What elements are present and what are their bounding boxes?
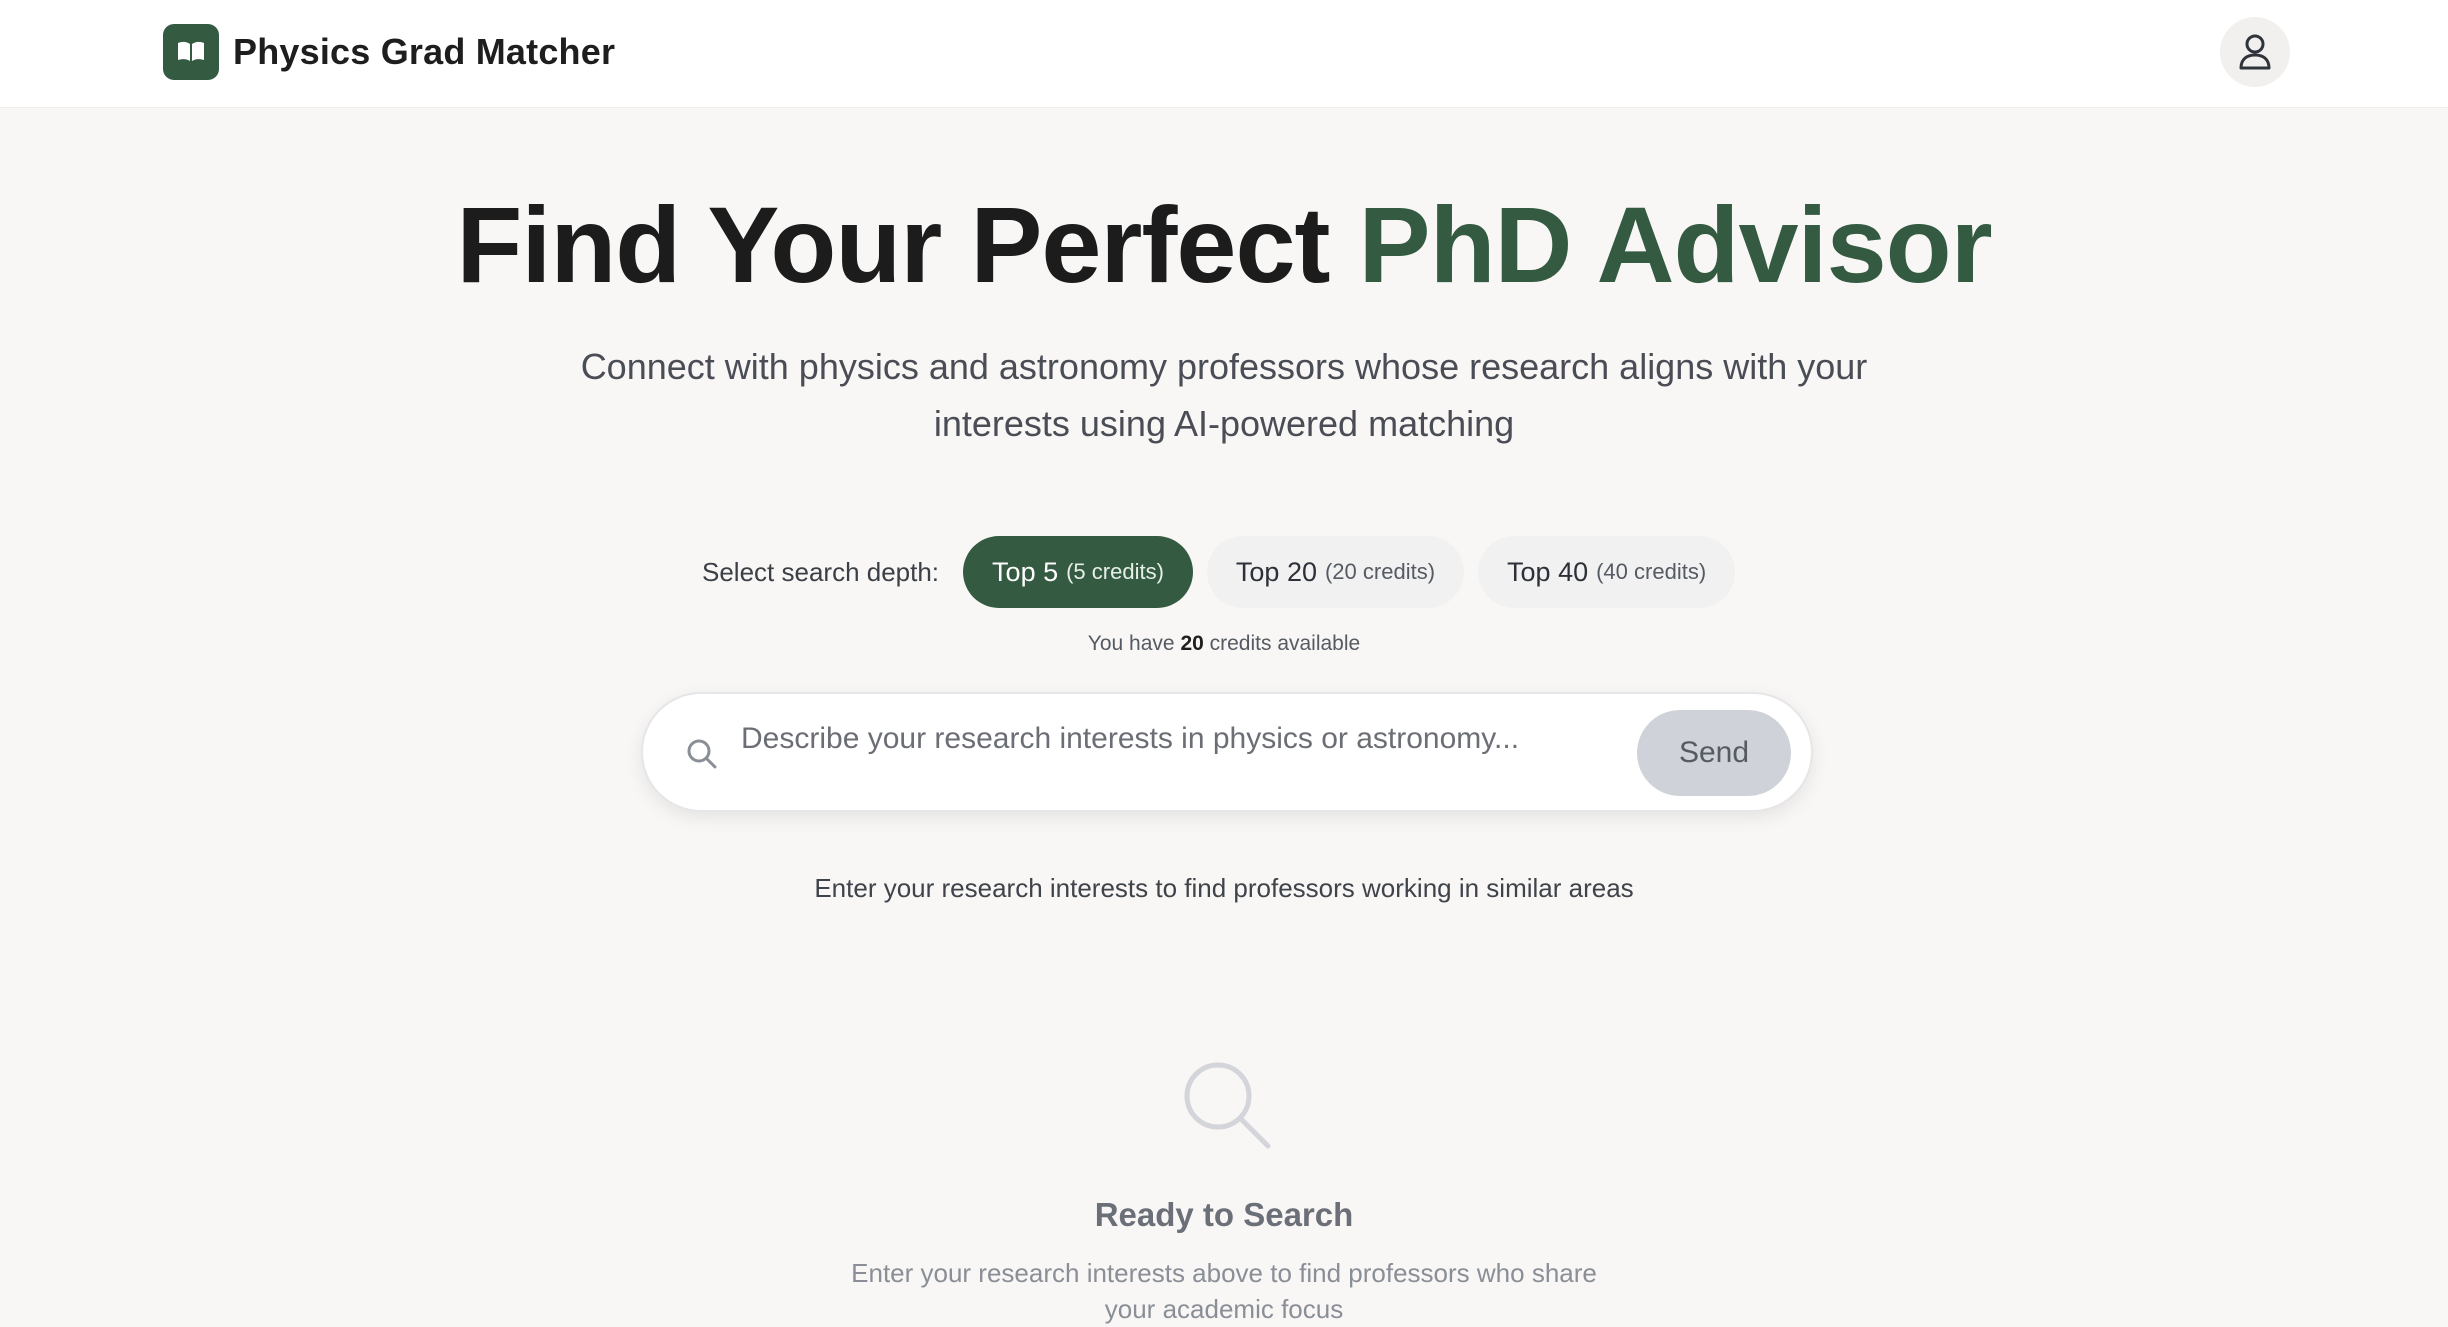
depth-option-label: Top 20	[1235, 556, 1317, 587]
depth-option-credits: (5 credits)	[1066, 559, 1164, 584]
search-icon	[687, 739, 717, 769]
depth-option-top-40[interactable]: Top 40 (40 credits)	[1478, 536, 1736, 608]
depth-option-top-20[interactable]: Top 20 (20 credits)	[1206, 536, 1465, 608]
app-name: Physics Grad Matcher	[233, 31, 616, 72]
user-profile-button[interactable]	[2220, 17, 2290, 87]
search-depth-label: Select search depth:	[702, 556, 940, 587]
research-interests-input[interactable]	[741, 718, 1561, 760]
search-depth-selector: Select search depth: Top 5 (5 credits) T…	[702, 536, 1749, 608]
open-book-icon	[163, 24, 219, 80]
hero-subtitle: Connect with physics and astronomy profe…	[580, 346, 1868, 444]
hero-title-main: Find Your Perfect	[456, 184, 1359, 305]
credits-note-prefix: You have	[1087, 632, 1181, 655]
empty-state-search-icon	[1184, 1062, 1271, 1149]
brand[interactable]: Physics Grad Matcher	[163, 24, 615, 80]
empty-state-title: Ready to Search	[1094, 1196, 1354, 1233]
depth-option-label: Top 40	[1507, 556, 1589, 587]
depth-option-credits: (40 credits)	[1596, 559, 1707, 584]
hero-title-accent: PhD Advisor	[1358, 184, 1993, 305]
user-icon	[2239, 34, 2271, 70]
search-bar: Send	[641, 692, 1813, 812]
credits-note-suffix: credits available	[1203, 632, 1361, 655]
depth-option-credits: (20 credits)	[1324, 559, 1436, 584]
depth-option-label: Top 5	[992, 556, 1059, 587]
hero-title: Find Your Perfect PhD Advisor	[0, 182, 2448, 307]
send-button[interactable]: Send	[1637, 710, 1791, 796]
credits-available-note: You have 20 credits available	[0, 632, 2448, 656]
credits-count: 20	[1180, 632, 1204, 655]
depth-option-top-5[interactable]: Top 5 (5 credits)	[963, 536, 1193, 608]
search-hint: Enter your research interests to find pr…	[814, 873, 1634, 903]
top-navigation-bar: Physics Grad Matcher	[0, 0, 2448, 108]
empty-state-description: Enter your research interests above to f…	[851, 1258, 1597, 1324]
